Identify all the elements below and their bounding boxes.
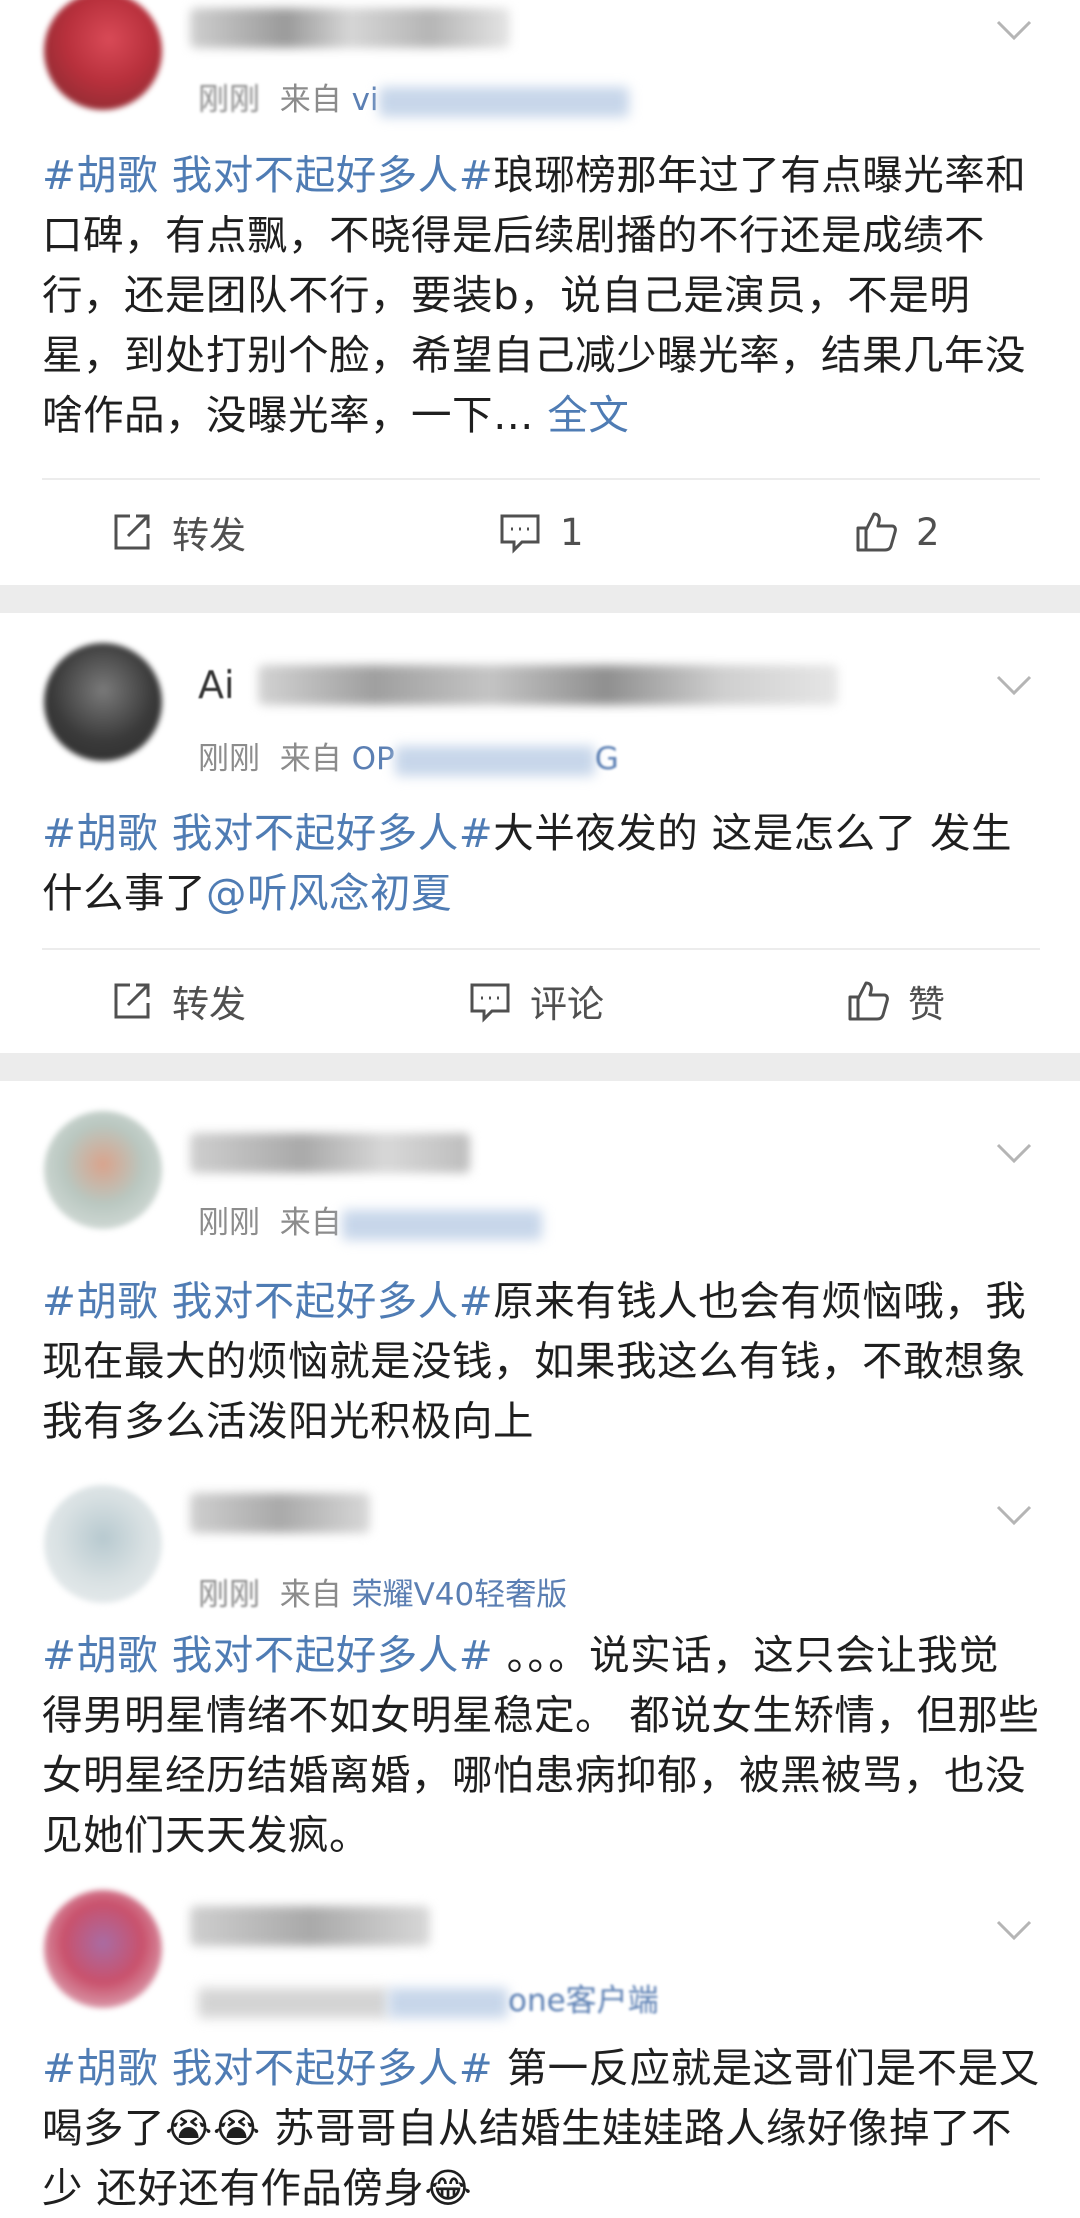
post-meta: one客户端	[198, 1975, 659, 2020]
username-blurred[interactable]	[190, 8, 510, 48]
like-button[interactable]: 赞	[844, 961, 945, 1041]
comment-icon	[470, 983, 510, 1023]
post-meta: 刚刚 来自 荣耀V40轻奢版	[198, 1577, 568, 1613]
username-blurred	[258, 665, 838, 705]
avatar[interactable]	[44, 1111, 162, 1229]
repost-icon	[114, 983, 150, 1019]
username-blurred[interactable]	[190, 1906, 430, 1946]
repost-button[interactable]: 转发	[108, 961, 246, 1041]
comment-button[interactable]: 1	[496, 492, 584, 572]
post-text: #胡歌 我对不起好多人# 。。。说实话，这只会让我觉得男明星情绪不如女明星稳定。…	[42, 1631, 1040, 1859]
like-icon	[856, 512, 897, 552]
hashtag[interactable]: #胡歌 我对不起好多人#	[42, 809, 493, 857]
post-meta: 刚刚 来自	[198, 1197, 542, 1242]
action-bar: 转发 评论 赞	[0, 961, 1080, 1041]
action-bar: 转发 1 2	[0, 492, 1080, 572]
post-text: #胡歌 我对不起好多人#原来有钱人也会有烦恼哦，我现在最大的烦恼就是没钱，如果我…	[42, 1277, 1027, 1445]
post-text: #胡歌 我对不起好多人#琅琊榜那年过了有点曝光率和口碑，有点飘，不晓得是后续剧播…	[42, 151, 1027, 439]
comment-icon	[500, 514, 540, 554]
chevron-down-icon[interactable]	[994, 1133, 1034, 1173]
post-5: one客户端 #胡歌 我对不起好多人# 第一反应就是这哥们是不是又喝多了😭😭 苏…	[0, 1870, 1080, 2212]
hashtag[interactable]: #胡歌 我对不起好多人#	[42, 1631, 493, 1679]
chevron-down-icon[interactable]	[994, 1910, 1034, 1950]
chevron-down-icon[interactable]	[994, 665, 1034, 705]
post-text: #胡歌 我对不起好多人# 第一反应就是这哥们是不是又喝多了😭😭 苏哥哥自从结婚生…	[42, 2044, 1040, 2212]
username[interactable]: Ai	[198, 663, 235, 707]
like-button[interactable]: 2	[852, 492, 940, 572]
avatar[interactable]	[44, 0, 162, 110]
post-meta: 刚刚 来自 vi	[198, 74, 629, 119]
post-2: Ai 刚刚 来自 OP G #胡歌 我对不起好多人#大半夜发的 这是怎么了 发生什…	[0, 613, 1080, 1053]
post-separator	[0, 585, 1080, 613]
avatar[interactable]	[44, 1485, 162, 1603]
post-separator	[0, 1053, 1080, 1081]
post-meta: 刚刚 来自 OP G	[198, 741, 619, 777]
repost-button[interactable]: 转发	[108, 492, 246, 572]
hashtag[interactable]: #胡歌 我对不起好多人#	[42, 1277, 493, 1325]
divider	[42, 948, 1040, 950]
comment-button[interactable]: 评论	[466, 961, 604, 1041]
repost-icon	[114, 514, 150, 550]
hashtag[interactable]: #胡歌 我对不起好多人#	[42, 151, 493, 199]
avatar[interactable]	[44, 1890, 162, 2008]
post-4: 刚刚 来自 荣耀V40轻奢版 #胡歌 我对不起好多人# 。。。说实话，这只会让我…	[0, 1475, 1080, 1875]
source-device[interactable]: 荣耀V40轻奢版	[352, 1577, 568, 1613]
username-blurred[interactable]	[190, 1133, 470, 1173]
expand-full-text-link[interactable]: 全文	[547, 391, 629, 439]
post-text: #胡歌 我对不起好多人#大半夜发的 这是怎么了 发生什么事了@听风念初夏	[42, 809, 1012, 917]
hashtag[interactable]: #胡歌 我对不起好多人#	[42, 2044, 493, 2092]
chevron-down-icon[interactable]	[994, 1495, 1034, 1535]
like-icon	[848, 981, 889, 1021]
divider	[42, 478, 1040, 480]
post-3: 刚刚 来自 #胡歌 我对不起好多人#原来有钱人也会有烦恼哦，我现在最大的烦恼就是…	[0, 1081, 1080, 1481]
chevron-down-icon[interactable]	[994, 10, 1034, 50]
post-1: 刚刚 来自 vi #胡歌 我对不起好多人#琅琊榜那年过了有点曝光率和口碑，有点飘…	[0, 0, 1080, 585]
mention-link[interactable]: @听风念初夏	[206, 869, 452, 917]
username-blurred[interactable]	[190, 1493, 370, 1533]
avatar[interactable]	[44, 643, 162, 761]
